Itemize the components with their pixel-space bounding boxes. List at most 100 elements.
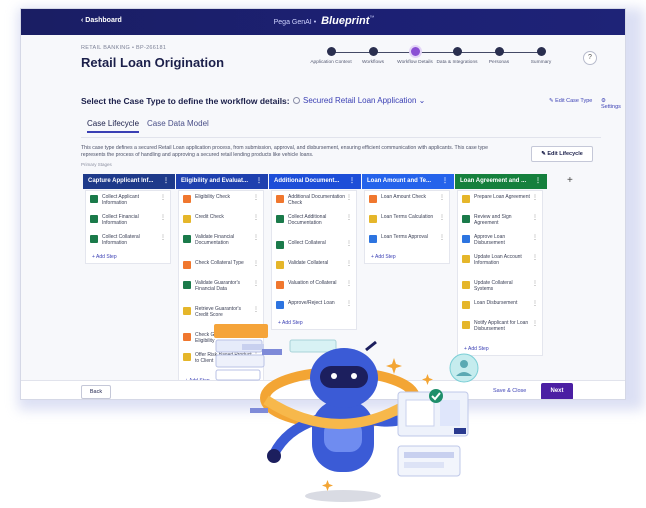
help-button[interactable]: ?: [583, 51, 597, 65]
more-vertical-icon[interactable]: ⋮: [532, 320, 538, 327]
step-item[interactable]: Collect Collateral ⋮: [272, 237, 356, 257]
step-item[interactable]: Offer Risk-Based Product to Client ⋮: [179, 349, 263, 375]
more-vertical-icon[interactable]: ⋮: [532, 194, 538, 201]
step-item[interactable]: Credit Check ⋮: [179, 211, 263, 231]
tab-case-lifecycle[interactable]: Case Lifecycle: [87, 119, 140, 133]
more-vertical-icon[interactable]: ⋮: [253, 352, 259, 359]
more-vertical-icon[interactable]: ⋮: [346, 214, 352, 221]
stage-name: Eligibility and Evaluat...: [181, 178, 249, 184]
step-item[interactable]: Collect Collateral Information ⋮: [86, 231, 170, 251]
hand-icon: [183, 353, 191, 361]
more-vertical-icon[interactable]: ⋮: [532, 300, 538, 307]
hand-icon: [462, 255, 470, 263]
more-vertical-icon[interactable]: ⋮: [439, 194, 445, 201]
more-vertical-icon[interactable]: ⋮: [532, 214, 538, 221]
person-icon: [90, 235, 98, 243]
step-item[interactable]: Validate Financial Documentation ⋮: [179, 231, 263, 257]
step-item[interactable]: Notify Applicant for Loan Disbursement ⋮: [458, 317, 542, 343]
more-vertical-icon[interactable]: ⋮: [253, 306, 259, 313]
more-vertical-icon[interactable]: ⋮: [160, 194, 166, 201]
settings-link[interactable]: ⚙ Settings: [601, 98, 621, 110]
wizard-step-summary[interactable]: Summary: [519, 47, 563, 66]
step-item[interactable]: Collect Additional Documentation ⋮: [272, 211, 356, 237]
wizard-step-workflow-details[interactable]: Workflow Details: [393, 47, 437, 66]
person-icon: [276, 241, 284, 249]
person-icon: [462, 215, 470, 223]
step-item[interactable]: Loan Terms Approval ⋮: [365, 231, 449, 251]
step-item[interactable]: Approve/Reject Loan ⋮: [272, 297, 356, 317]
wizard-step-application-context[interactable]: Application Context: [309, 47, 353, 66]
add-step-button[interactable]: + Add Step: [86, 251, 170, 263]
more-vertical-icon[interactable]: ⋮: [160, 214, 166, 221]
more-vertical-icon[interactable]: ⋮: [160, 234, 166, 241]
more-vertical-icon[interactable]: ⋮: [532, 254, 538, 261]
more-vertical-icon[interactable]: ⋮: [532, 280, 538, 287]
step-item[interactable]: Additional Documentation Check ⋮: [272, 191, 356, 211]
step-item[interactable]: Update Collateral Systems ⋮: [458, 277, 542, 297]
step-item[interactable]: Loan Amount Check ⋮: [365, 191, 449, 211]
save-close-button[interactable]: Save & Close: [493, 388, 526, 394]
hand-icon: [462, 195, 470, 203]
step-item[interactable]: Valuation of Collateral ⋮: [272, 277, 356, 297]
more-vertical-icon[interactable]: ⋮: [346, 300, 352, 307]
step-dot-icon: [494, 47, 504, 56]
more-vertical-icon[interactable]: ⋮: [346, 280, 352, 287]
edit-lifecycle-button[interactable]: ✎ Edit Lifecycle: [531, 146, 593, 162]
step-label: Review and Sign Agreement: [474, 214, 512, 226]
step-item[interactable]: Check Guarantor Eligibility ⋮: [179, 329, 263, 349]
more-vertical-icon[interactable]: ⋮: [253, 194, 259, 201]
stage-header[interactable]: Capture Applicant Inf... ⋮: [83, 174, 175, 189]
step-item[interactable]: Collect Financial Information ⋮: [86, 211, 170, 231]
step-dot-icon: [368, 47, 378, 56]
brand: Pega GenAI • Blueprint™: [21, 15, 625, 27]
case-type-row: Select the Case Type to define the workf…: [81, 95, 621, 110]
wizard-step-personas[interactable]: Personas: [477, 47, 521, 66]
more-vertical-icon[interactable]: ⋮: [253, 332, 259, 339]
step-item[interactable]: Collect Applicant Information ⋮: [86, 191, 170, 211]
step-item[interactable]: Approve Loan Disbursement ⋮: [458, 231, 542, 251]
stage-header[interactable]: Loan Amount and Te... ⋮: [362, 174, 454, 189]
more-vertical-icon[interactable]: ⋮: [535, 174, 541, 189]
step-item[interactable]: Prepare Loan Agreement ⋮: [458, 191, 542, 211]
wizard-step-workflows[interactable]: Workflows: [351, 47, 395, 66]
tab-case-data-model[interactable]: Case Data Model: [147, 119, 209, 128]
more-vertical-icon[interactable]: ⋮: [253, 260, 259, 267]
more-vertical-icon[interactable]: ⋮: [439, 214, 445, 221]
more-vertical-icon[interactable]: ⋮: [253, 280, 259, 287]
page-title: Retail Loan Origination: [81, 55, 225, 70]
add-step-button[interactable]: + Add Step: [272, 317, 356, 329]
add-step-button[interactable]: + Add Step: [365, 251, 449, 263]
more-vertical-icon[interactable]: ⋮: [346, 194, 352, 201]
person-icon: [183, 235, 191, 243]
back-button[interactable]: Back: [81, 385, 111, 399]
step-label: Loan Disbursement: [474, 300, 518, 306]
more-vertical-icon[interactable]: ⋮: [256, 174, 262, 189]
stage-header[interactable]: Eligibility and Evaluat... ⋮: [176, 174, 268, 189]
step-item[interactable]: Retrieve Guarantor's Credit Score ⋮: [179, 303, 263, 329]
more-vertical-icon[interactable]: ⋮: [442, 174, 448, 189]
more-vertical-icon[interactable]: ⋮: [439, 234, 445, 241]
case-type-dropdown[interactable]: Secured Retail Loan Application ⌄: [293, 96, 425, 105]
more-vertical-icon[interactable]: ⋮: [532, 234, 538, 241]
wizard-step-data-integrations[interactable]: Data & Integrations: [435, 47, 479, 66]
next-button[interactable]: Next: [541, 383, 573, 399]
add-step-button[interactable]: + Add Step: [458, 343, 542, 355]
step-item[interactable]: Eligibility Check ⋮: [179, 191, 263, 211]
stage-header[interactable]: Additional Document... ⋮: [269, 174, 361, 189]
more-vertical-icon[interactable]: ⋮: [253, 214, 259, 221]
stage-header[interactable]: Loan Agreement and ... ⋮: [455, 174, 547, 189]
step-item[interactable]: Update Loan Account Information ⋮: [458, 251, 542, 277]
edit-case-type-link[interactable]: ✎ Edit Case Type: [549, 98, 592, 104]
step-item[interactable]: Review and Sign Agreement ⋮: [458, 211, 542, 231]
more-vertical-icon[interactable]: ⋮: [163, 174, 169, 189]
more-vertical-icon[interactable]: ⋮: [346, 260, 352, 267]
step-item[interactable]: Validate Guarantor's Financial Data ⋮: [179, 277, 263, 303]
step-item[interactable]: Check Collateral Type ⋮: [179, 257, 263, 277]
add-stage-button[interactable]: +: [567, 175, 573, 186]
more-vertical-icon[interactable]: ⋮: [349, 174, 355, 189]
more-vertical-icon[interactable]: ⋮: [253, 234, 259, 241]
step-item[interactable]: Loan Terms Calculation ⋮: [365, 211, 449, 231]
step-item[interactable]: Validate Collateral ⋮: [272, 257, 356, 277]
step-item[interactable]: Loan Disbursement ⋮: [458, 297, 542, 317]
more-vertical-icon[interactable]: ⋮: [346, 240, 352, 247]
